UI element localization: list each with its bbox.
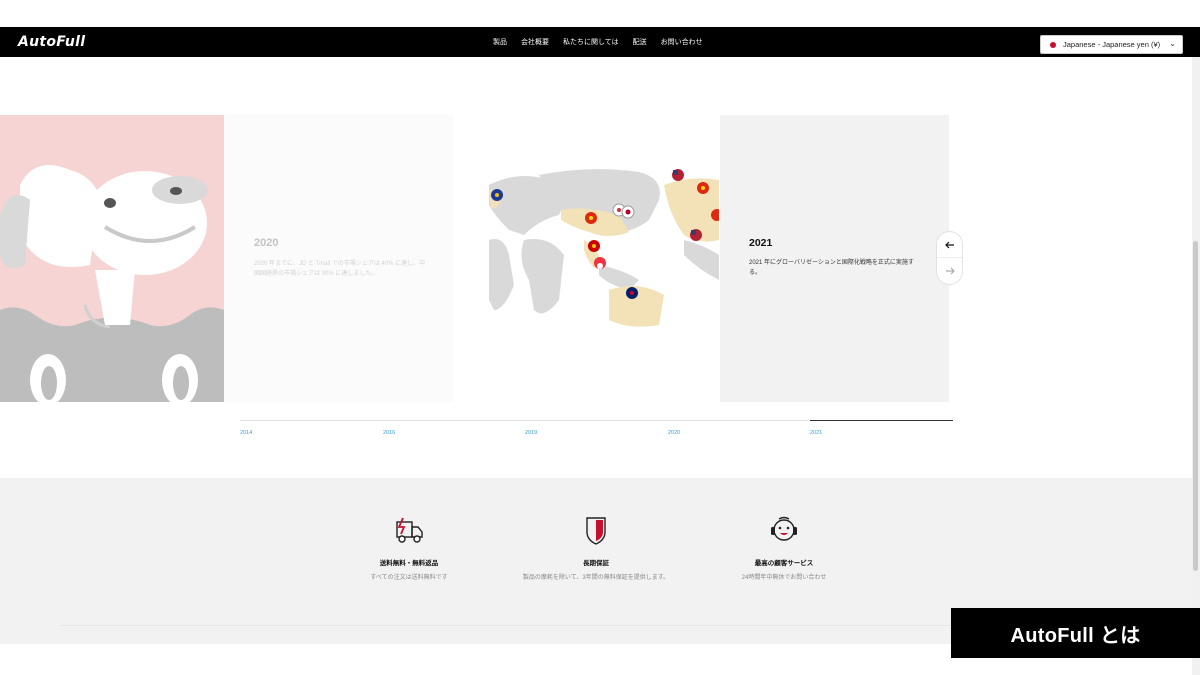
scrollbar-thumb[interactable] bbox=[1193, 241, 1198, 571]
feature-subtitle: 製品の摩耗を除いて、3年間の無料保証を提供します。 bbox=[522, 575, 670, 581]
feature-free-shipping: 送料無料・無料返品 すべての注文は送料無料です bbox=[329, 514, 489, 582]
arrow-right-icon bbox=[945, 267, 955, 275]
page: AutoFull 製品 会社概要 私たちに関しては 配送 お問い合わせ Japa… bbox=[0, 0, 1200, 675]
feature-customer-service: 最高の顧客サービス 24時間年中無休でお問い合わせ bbox=[704, 514, 864, 582]
timeline-year-2016[interactable]: 2016 bbox=[383, 430, 395, 436]
nav-item-about-us[interactable]: 私たちに関しては bbox=[563, 37, 619, 47]
world-map-image bbox=[489, 160, 723, 336]
timeline-year-2020[interactable]: 2020 bbox=[668, 430, 680, 436]
nav-item-shipping[interactable]: 配送 bbox=[633, 37, 647, 47]
top-navigation-bar: AutoFull 製品 会社概要 私たちに関しては 配送 お問い合わせ Japa… bbox=[0, 27, 1200, 57]
page-scrollbar[interactable] bbox=[1192, 57, 1200, 675]
feature-title: 送料無料・無料返品 bbox=[379, 560, 439, 567]
slide-2021: 2021 2021 年にグローバリゼーションと国際化戦略を正式に実施する。 bbox=[720, 115, 949, 402]
nav-item-company[interactable]: 会社概要 bbox=[521, 37, 549, 47]
main-nav: 製品 会社概要 私たちに関しては 配送 お問い合わせ bbox=[493, 27, 703, 57]
slider-prev-button[interactable] bbox=[937, 232, 962, 258]
year-timeline: 2014 2016 2019 2020 2021 bbox=[240, 420, 953, 440]
feature-title: 最高の顧客サービス bbox=[754, 560, 814, 567]
feature-title: 長期保証 bbox=[583, 560, 609, 567]
feature-subtitle: すべての注文は送料無料です bbox=[370, 575, 448, 581]
customer-service-icon bbox=[767, 514, 801, 546]
slide-2020-year: 2020 bbox=[254, 237, 279, 249]
slide-2020-description: 2020 年までに、JD と Tmall での市場シェアは 40% に達し、中国… bbox=[254, 261, 426, 277]
timeline-year-2019[interactable]: 2019 bbox=[525, 430, 537, 436]
feature-subtitle: 24時間年中無休でお問い合わせ bbox=[741, 575, 827, 581]
chevron-down-icon: ⌄ bbox=[1169, 39, 1176, 48]
slide-2021-year: 2021 bbox=[749, 237, 773, 249]
timeline-year-2021[interactable]: 2021 bbox=[810, 430, 822, 436]
logo[interactable]: AutoFull bbox=[18, 34, 85, 50]
arrow-left-icon bbox=[944, 241, 954, 248]
slide-2020: 2020 2020 年までに、JD と Tmall での市場シェアは 40% に… bbox=[224, 115, 454, 402]
delivery-truck-icon bbox=[392, 514, 426, 546]
nav-item-products[interactable]: 製品 bbox=[493, 37, 507, 47]
japan-flag-icon bbox=[1050, 41, 1056, 48]
slider-arrow-controls bbox=[936, 231, 963, 285]
nav-item-contact[interactable]: お問い合わせ bbox=[661, 37, 703, 47]
slider-next-button[interactable] bbox=[937, 258, 962, 284]
timeline-year-2014[interactable]: 2014 bbox=[240, 430, 252, 436]
video-caption-banner: AutoFull とは bbox=[951, 608, 1200, 658]
world-map-with-flag-pins-illustration bbox=[489, 169, 723, 327]
feature-long-warranty: 長期保証 製品の摩耗を除いて、3年間の無料保証を提供します。 bbox=[516, 514, 676, 582]
dog-cat-mascot-illustration bbox=[0, 165, 224, 402]
shield-icon bbox=[579, 514, 613, 546]
timeline-active-indicator bbox=[810, 420, 953, 421]
language-select-value: Japanese - Japanese yen (¥) bbox=[1063, 40, 1161, 49]
language-currency-select[interactable]: Japanese - Japanese yen (¥) ⌄ bbox=[1040, 35, 1183, 54]
slide-2021-description: 2021 年にグローバリゼーションと国際化戦略を正式に実施する。 bbox=[749, 260, 914, 276]
slide-mascot-image bbox=[0, 115, 224, 402]
